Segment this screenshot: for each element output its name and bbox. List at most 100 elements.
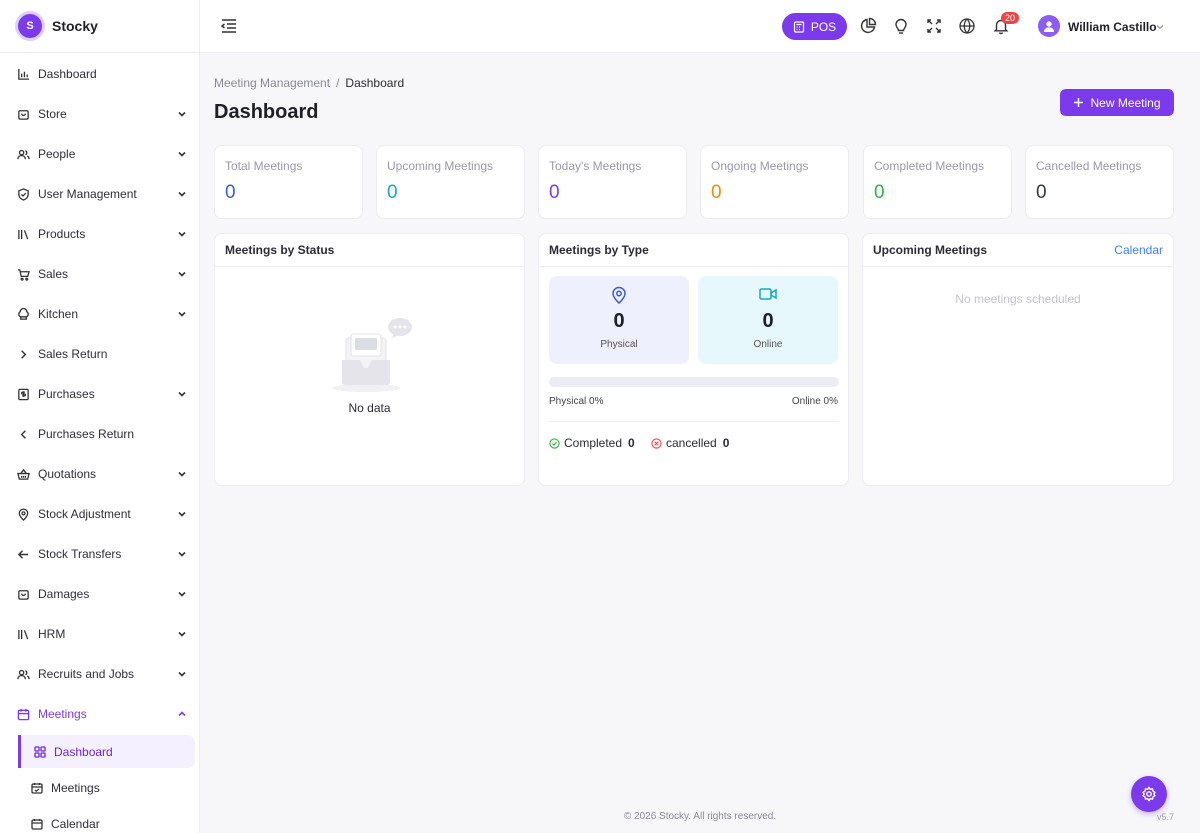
meetings-submenu: Dashboard Meetings Calendar (0, 735, 199, 833)
sidebar-subitem-label: Meetings (51, 781, 100, 795)
chevron-down-icon (178, 631, 186, 637)
brand[interactable]: S Stocky (0, 0, 199, 53)
sidebar-item-stock-adjustment[interactable]: Stock Adjustment (0, 494, 199, 534)
sidebar-item-recruits-and-jobs[interactable]: Recruits and Jobs (0, 654, 199, 694)
sidebar-item-stock-transfers[interactable]: Stock Transfers (0, 534, 199, 574)
breadcrumb-parent[interactable]: Meeting Management (214, 76, 330, 90)
sidebar-item-kitchen[interactable]: Kitchen (0, 294, 199, 334)
sidebar-item-purchases[interactable]: Purchases (0, 374, 199, 414)
chevron-left-icon (16, 427, 30, 441)
sidebar-item-label: Sales (38, 267, 69, 281)
sidebar-item-label: Kitchen (38, 307, 79, 321)
stat-label: Total Meetings (225, 159, 303, 173)
sidebar-item-people[interactable]: People (0, 134, 199, 174)
online-label: Online (753, 339, 783, 350)
stat-label: Upcoming Meetings (387, 159, 494, 173)
physical-label: Physical (600, 339, 638, 350)
new-meeting-button[interactable]: New Meeting (1060, 89, 1174, 116)
brand-name: Stocky (52, 18, 98, 34)
receipt-icon (16, 387, 30, 401)
pie-chart-icon[interactable] (859, 17, 877, 35)
sidebar-item-products[interactable]: Products (0, 214, 199, 254)
stat-total-meetings: Total Meetings 0 (214, 145, 363, 219)
topbar: POS 20 William Castillo (200, 0, 1200, 53)
pos-button[interactable]: POS (782, 13, 847, 40)
chevron-down-icon (178, 231, 186, 237)
shopping-bag-icon (16, 587, 30, 601)
new-meeting-label: New Meeting (1090, 95, 1161, 110)
sidebar-item-sales[interactable]: Sales (0, 254, 199, 294)
card-title: Upcoming Meetings (873, 243, 988, 257)
online-percent-label: Online 0% (791, 396, 838, 407)
sidebar-item-label: Damages (38, 587, 90, 601)
chevron-down-icon (178, 111, 186, 117)
user-name[interactable]: William Castillo (1068, 20, 1157, 34)
calendar-link[interactable]: Calendar (1114, 243, 1163, 257)
sidebar-subitem-meetings-dashboard[interactable]: Dashboard (18, 735, 195, 768)
stat-cancelled-meetings: Cancelled Meetings 0 (1025, 145, 1174, 219)
chevron-down-icon[interactable] (1155, 22, 1165, 32)
lightbulb-icon[interactable] (892, 17, 910, 35)
cancelled-label: cancelled (666, 436, 717, 450)
settings-fab-button[interactable] (1131, 776, 1167, 812)
version-label: v5.7 (1157, 812, 1175, 822)
chevron-down-icon (178, 191, 186, 197)
cart-icon (16, 267, 30, 281)
bar-chart-icon (16, 67, 30, 81)
empty-state: No data (215, 314, 524, 415)
sidebar-item-label: Dashboard (38, 67, 97, 81)
globe-icon[interactable] (958, 17, 976, 35)
completed-count: 0 (628, 436, 635, 450)
online-type-box: 0 Online (698, 276, 838, 364)
chef-hat-icon (16, 307, 30, 321)
completed-count-line: Completed 0 (549, 436, 635, 450)
sidebar-item-quotations[interactable]: Quotations (0, 454, 199, 494)
chevron-down-icon (178, 511, 186, 517)
sidebar-item-label: People (38, 147, 76, 161)
sidebar-item-hrm[interactable]: HRM (0, 614, 199, 654)
sidebar-item-user-management[interactable]: User Management (0, 174, 199, 214)
basket-icon (16, 467, 30, 481)
map-pin-icon (16, 507, 30, 521)
menu-toggle-icon[interactable] (220, 17, 238, 35)
stat-todays-meetings: Today's Meetings 0 (538, 145, 687, 219)
sidebar-item-sales-return[interactable]: Sales Return (0, 334, 199, 374)
stat-value: 0 (225, 182, 236, 203)
type-progress-bar (549, 377, 839, 387)
stat-value: 0 (874, 182, 885, 203)
grid-icon (33, 745, 47, 759)
sidebar-item-meetings[interactable]: Meetings (0, 694, 199, 734)
completed-label: Completed (564, 436, 623, 450)
chevron-down-icon (178, 471, 186, 477)
sidebar-item-label: Purchases (38, 387, 95, 401)
meetings-submenu-wrap: Dashboard Meetings Calendar (0, 735, 199, 833)
sidebar-item-label: Stock Transfers (38, 547, 122, 561)
empty-state-label: No data (348, 401, 391, 415)
sidebar-item-purchases-return[interactable]: Purchases Return (0, 414, 199, 454)
sidebar-subitem-calendar[interactable]: Calendar (0, 806, 199, 833)
avatar[interactable] (1038, 15, 1060, 37)
sidebar-item-damages[interactable]: Damages (0, 574, 199, 614)
sidebar-subitem-label: Calendar (51, 817, 100, 831)
calculator-icon (793, 20, 804, 33)
card-title: Meetings by Type (549, 243, 649, 257)
upcoming-meetings-card: Upcoming Meetings Calendar No meetings s… (862, 233, 1174, 486)
sidebar-item-label: Quotations (38, 467, 97, 481)
chevron-down-icon (178, 151, 186, 157)
sidebar-item-label: Products (38, 227, 86, 241)
stat-label: Completed Meetings (874, 159, 985, 173)
pos-button-label: POS (810, 19, 837, 34)
sidebar-subitem-meetings-list[interactable]: Meetings (0, 770, 199, 806)
stat-completed-meetings: Completed Meetings 0 (863, 145, 1012, 219)
meetings-by-type-card: Meetings by Type 0 Physical 0 Online Phy… (538, 233, 849, 486)
check-circle-icon (549, 437, 560, 449)
sidebar-item-store[interactable]: Store (0, 94, 199, 134)
stats-row: Total Meetings 0 Upcoming Meetings 0 Tod… (214, 145, 1174, 219)
page-title: Dashboard (214, 101, 319, 123)
fullscreen-icon[interactable] (925, 17, 943, 35)
card-header: Meetings by Type (539, 234, 848, 267)
cancelled-count: 0 (722, 436, 730, 450)
chevron-down-icon (178, 671, 186, 677)
gear-icon (1142, 786, 1156, 802)
sidebar-item-dashboard[interactable]: Dashboard (0, 54, 199, 94)
